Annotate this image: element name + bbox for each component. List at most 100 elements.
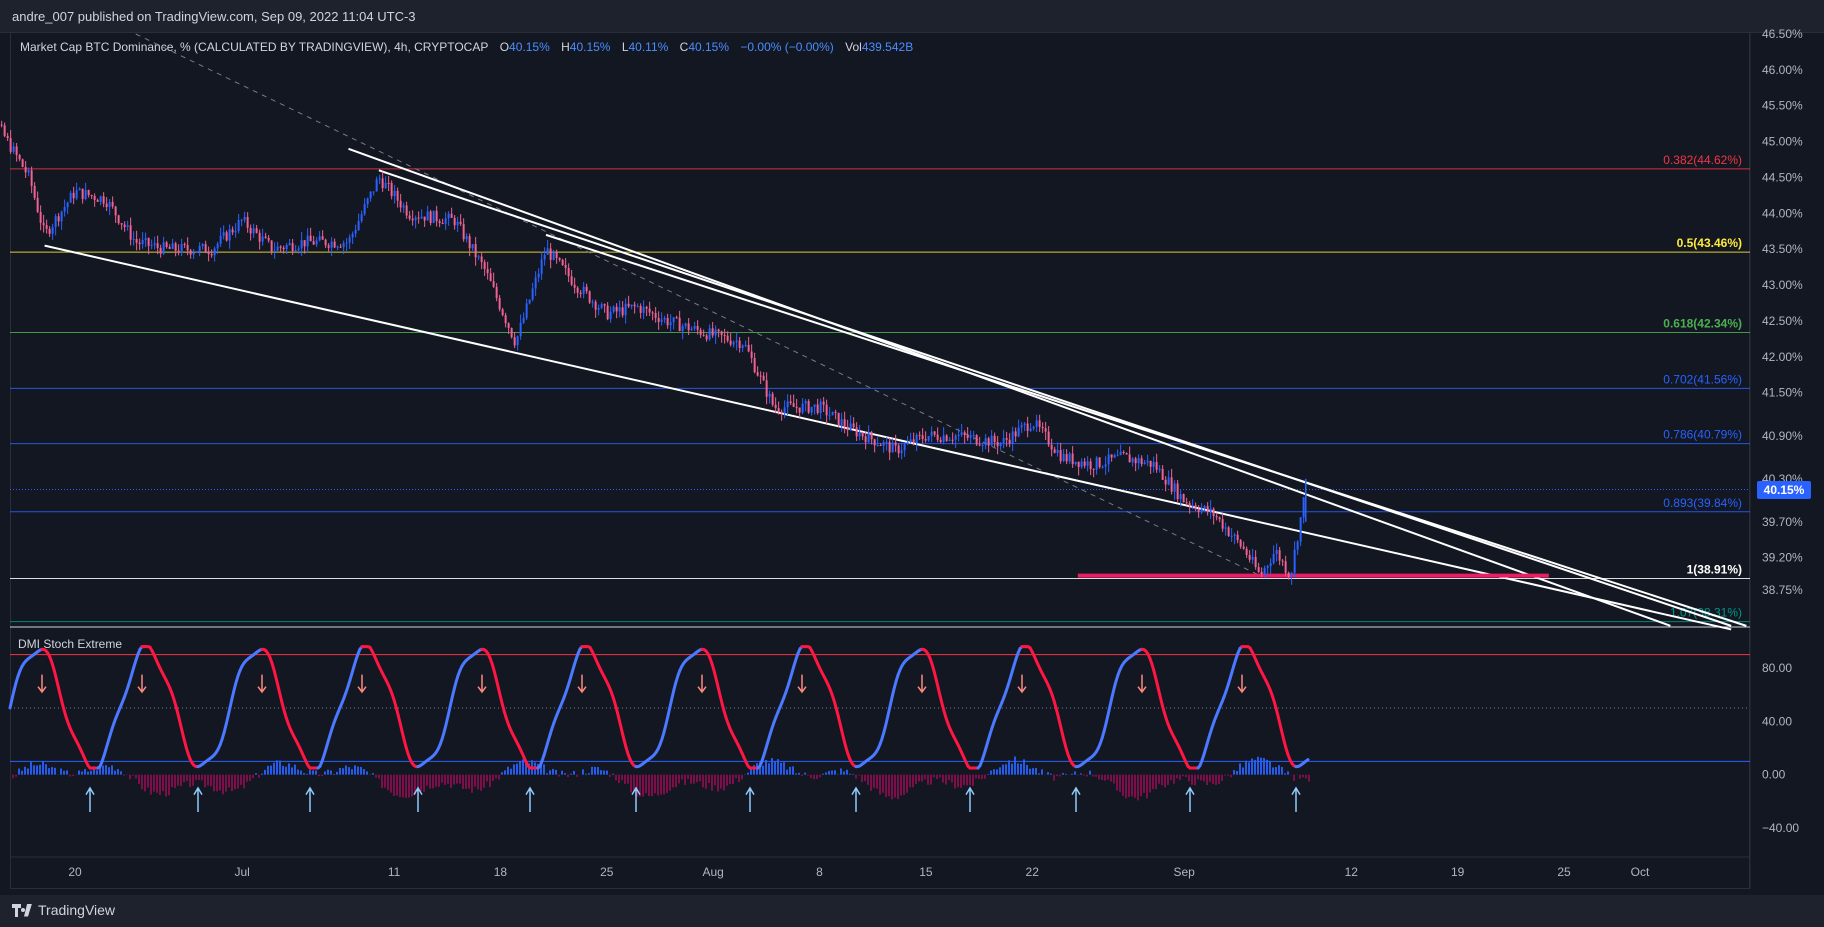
hist-bar-pos [27, 768, 29, 775]
legend-high-value: 40.15% [569, 40, 611, 54]
price-chart[interactable]: 46.50% 46.00% 45.50% 45.00% 44.50% 44.00% 43.5… [0, 0, 1824, 895]
hist-bar-pos [114, 770, 116, 775]
candle-body [1140, 458, 1143, 465]
candle-body [963, 432, 966, 436]
hist-bar-pos [1032, 768, 1034, 775]
hist-bar-pos [612, 773, 614, 775]
hist-bar-neg [429, 774, 431, 789]
candle-body [1275, 550, 1278, 554]
candle-body [864, 436, 867, 443]
hist-bar-neg [696, 774, 698, 783]
hist-bar-neg [1218, 774, 1220, 784]
hist-bar-neg [405, 774, 407, 798]
candle-body [747, 344, 750, 352]
candle-body [639, 305, 642, 313]
hist-bar-pos [288, 763, 290, 775]
candle-body [1269, 563, 1272, 567]
candle-body [516, 336, 519, 346]
candle-body [216, 243, 219, 249]
candle-body [1197, 509, 1200, 513]
hist-bar-pos [1047, 772, 1049, 775]
hist-bar-neg [675, 774, 677, 788]
candle-body [888, 441, 891, 453]
candle-body [540, 259, 543, 274]
hist-bar-pos [339, 767, 341, 775]
hist-bar-pos [342, 768, 344, 775]
candle-body [552, 251, 555, 260]
hist-bar-neg [651, 774, 653, 796]
hist-bar-neg [1188, 774, 1190, 782]
hist-bar-pos [552, 768, 554, 775]
candle-body [1173, 483, 1176, 492]
candle-body [1119, 451, 1122, 456]
candle-body [306, 235, 309, 247]
hist-bar-neg [660, 774, 662, 795]
sell-arrow-icon [1137, 674, 1147, 694]
hist-bar-neg [615, 774, 617, 781]
candle-body [114, 206, 117, 216]
candle-body [303, 240, 306, 247]
hist-bar-neg [891, 774, 893, 800]
hist-bar-pos [792, 766, 794, 775]
hist-bar-neg [690, 774, 692, 784]
candle-body [1137, 458, 1140, 464]
candle-body [1020, 424, 1023, 428]
candle-body [756, 372, 759, 376]
hist-bar-neg [234, 774, 236, 790]
hist-bar-neg [453, 774, 455, 785]
candle-body [1167, 477, 1170, 485]
hist-bar-pos [993, 769, 995, 775]
legend-open-value: 40.15% [509, 40, 550, 54]
candle-body [1179, 494, 1182, 500]
candle-body [1116, 455, 1119, 457]
buy-arrow-icon [85, 786, 95, 812]
candle-body [819, 401, 822, 413]
candle-body [1071, 453, 1074, 465]
tradingview-brand[interactable]: TradingView [12, 902, 115, 918]
hist-bar-neg [963, 774, 965, 786]
candle-body [1293, 549, 1296, 573]
candle-body [420, 216, 423, 219]
hist-bar-pos [303, 773, 305, 775]
candle-body [735, 340, 738, 343]
hist-bar-neg [870, 774, 872, 791]
candle-body [390, 182, 393, 197]
candle-body [744, 344, 747, 346]
price-axis-tick: 44.00% [1762, 206, 1803, 220]
hist-bar-neg [459, 774, 461, 784]
candle-body [1107, 454, 1110, 465]
candle-body [324, 239, 327, 246]
candle-body [264, 236, 267, 239]
candle-body [126, 225, 129, 228]
hist-bar-neg [1209, 774, 1211, 782]
hist-bar-neg [477, 774, 479, 790]
candle-body [234, 231, 237, 233]
hist-bar-neg [1299, 774, 1301, 779]
osc-arrows [37, 674, 1301, 812]
hist-bar-neg [609, 774, 611, 777]
footer-bar: TradingView [0, 895, 1824, 927]
hist-bar-neg [921, 774, 923, 782]
candle-body [870, 432, 873, 440]
hist-bar-pos [555, 769, 557, 775]
hist-bar-neg [486, 774, 488, 782]
candle-body [123, 224, 126, 228]
hist-bar-pos [60, 768, 62, 775]
price-axis-tick: 46.50% [1762, 27, 1803, 41]
buy-arrow-icon [525, 786, 535, 812]
candle-body [1170, 477, 1173, 492]
candle-body [1059, 449, 1062, 462]
candle-body [321, 236, 324, 240]
candle-body [1299, 517, 1302, 542]
candle-body [168, 246, 171, 249]
trendline [545, 233, 1747, 627]
hist-bar-pos [1236, 770, 1238, 775]
candle-body [1005, 438, 1008, 440]
candle-body [54, 216, 57, 228]
symbol-legend: Market Cap BTC Dominance, % (CALCULATED … [20, 40, 913, 54]
hist-bar-neg [426, 774, 428, 786]
sell-arrow-icon [797, 674, 807, 694]
hist-bar-pos [1254, 759, 1256, 775]
candle-body [840, 419, 843, 426]
candle-body [996, 442, 999, 447]
